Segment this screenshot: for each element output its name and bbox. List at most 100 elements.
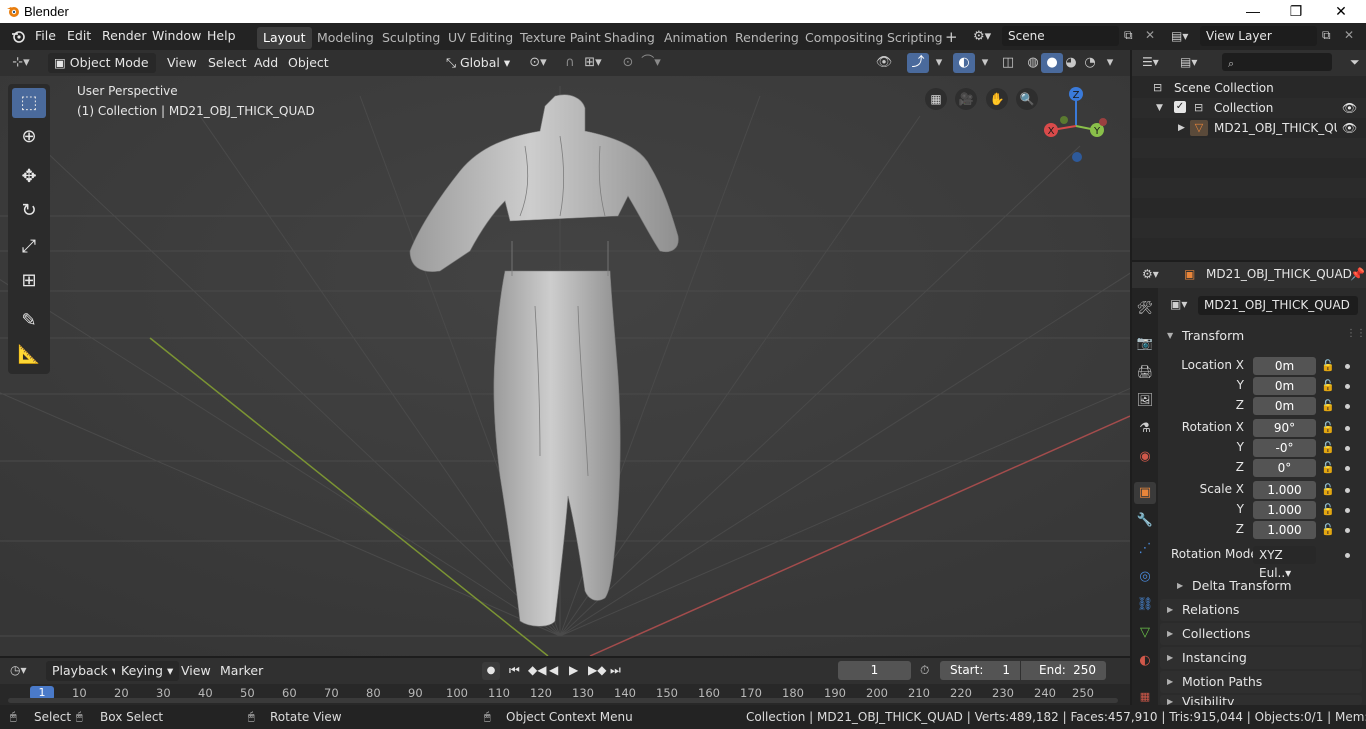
motion-paths-panel-header[interactable]: ▶ Motion Paths — [1160, 671, 1362, 693]
collection-visibility-eye-icon[interactable]: 👁 — [1342, 98, 1357, 118]
timeline-marker-menu[interactable]: Marker — [220, 661, 263, 681]
transform-panel-header[interactable]: ▼ Transform — [1160, 325, 1362, 347]
drag-handle-icon[interactable]: ⋮⋮ — [1346, 328, 1366, 339]
measure-tool-icon[interactable]: 📐 — [12, 340, 46, 370]
mode-dropdown[interactable]: ▣ Object Mode ▾ — [48, 53, 156, 90]
pin-icon[interactable]: 📌 — [1350, 267, 1365, 281]
end-frame-field[interactable]: End: 250 — [1021, 661, 1106, 680]
proportional-falloff-icon[interactable]: ⌒▾ — [640, 53, 662, 73]
pivot-point-icon[interactable]: ⊙▾ — [527, 53, 549, 73]
zoom-view-icon[interactable]: 🔍 — [1016, 88, 1038, 110]
playback-dropdown[interactable]: Playback ▾ — [46, 661, 125, 681]
rotation-mode-dropdown[interactable]: XYZ Eul..▾ — [1253, 546, 1316, 580]
instancing-panel-header[interactable]: ▶ Instancing — [1160, 647, 1362, 669]
overlays-dropdown-icon[interactable]: ▾ — [974, 53, 996, 73]
jump-to-end-icon[interactable]: ⏭ — [610, 663, 621, 678]
outliner-row-scene-collection[interactable]: ⊟ Scene Collection — [1132, 78, 1366, 98]
gizmo-dropdown-icon[interactable]: ▾ — [928, 53, 950, 73]
material-properties-icon[interactable]: ◐ — [1134, 650, 1156, 672]
keyframe-dot-icon[interactable] — [1345, 528, 1350, 533]
keyframe-dot-icon[interactable] — [1345, 426, 1350, 431]
menu-object[interactable]: Object — [288, 53, 329, 73]
keyframe-dot-icon[interactable] — [1345, 404, 1350, 409]
visibility-panel-header[interactable]: ▶ Visibility — [1160, 695, 1362, 705]
play-reverse-icon[interactable]: ◀ — [549, 663, 558, 677]
menu-select[interactable]: Select — [208, 53, 247, 73]
scale-x-field[interactable]: 1.000 — [1253, 481, 1316, 499]
lock-icon[interactable]: 🔓 — [1321, 461, 1335, 474]
lock-icon[interactable]: 🔓 — [1321, 483, 1335, 496]
overlays-toggle-icon[interactable]: ◐ — [953, 53, 975, 73]
output-properties-icon[interactable]: 🖨 — [1134, 362, 1156, 384]
tab-shading[interactable]: Shading — [598, 27, 661, 49]
tab-sculpting[interactable]: Sculpting — [376, 27, 446, 49]
remove-view-layer-icon[interactable]: ✕ — [1344, 28, 1354, 42]
menu-view[interactable]: View — [167, 53, 197, 73]
tab-texture-paint[interactable]: Texture Paint — [514, 27, 607, 49]
menu-add[interactable]: Add — [254, 53, 278, 73]
previous-keyframe-icon[interactable]: ◆◀ — [528, 663, 546, 677]
menu-file[interactable]: File — [35, 28, 56, 43]
location-y-field[interactable]: 0m — [1253, 377, 1316, 395]
keyframe-dot-icon[interactable] — [1345, 446, 1350, 451]
keyframe-dot-icon[interactable] — [1345, 508, 1350, 513]
collections-panel-header[interactable]: ▶ Collections — [1160, 623, 1362, 645]
tab-compositing[interactable]: Compositing — [799, 27, 889, 49]
shading-dropdown-icon[interactable]: ▾ — [1099, 53, 1121, 73]
menu-render[interactable]: Render — [102, 28, 147, 43]
scene-selector-icon[interactable]: ⚙▾ — [973, 29, 991, 44]
play-icon[interactable]: ▶ — [569, 663, 578, 677]
scene-properties-icon[interactable]: ⚗ — [1134, 418, 1156, 440]
outliner-row-object[interactable]: ▶ ▽ MD21_OBJ_THICK_QUAD 👁 — [1132, 118, 1366, 138]
lock-icon[interactable]: 🔓 — [1321, 441, 1335, 454]
location-z-field[interactable]: 0m — [1253, 397, 1316, 415]
delta-transform-subpanel[interactable]: ▶ Delta Transform — [1170, 575, 1360, 597]
transform-orientation-dropdown[interactable]: ⤡ Global ▾ — [440, 53, 518, 73]
next-keyframe-icon[interactable]: ▶◆ — [588, 663, 606, 677]
lock-icon[interactable]: 🔓 — [1321, 523, 1335, 536]
menu-edit[interactable]: Edit — [67, 28, 91, 43]
timeline-editor-type-icon[interactable]: ◷▾ — [10, 663, 27, 677]
selectability-visibility-icon[interactable]: 👁▾ — [873, 53, 895, 90]
object-properties-tab-icon[interactable]: ▣ — [1134, 482, 1156, 504]
minimize-button[interactable]: — — [1230, 0, 1276, 23]
outliner-filter-icon[interactable]: ⏷ — [1350, 55, 1360, 70]
rotation-z-field[interactable]: 0° — [1253, 459, 1316, 477]
object-datablock-icon[interactable]: ▣▾ — [1170, 297, 1187, 311]
gizmo-neg-x-icon[interactable] — [1099, 118, 1107, 126]
move-tool-icon[interactable]: ✥ — [12, 162, 46, 192]
collection-checkbox[interactable]: ✓ — [1174, 101, 1186, 113]
cursor-tool-icon[interactable]: ⊕ — [12, 122, 46, 152]
tab-uv-editing[interactable]: UV Editing — [442, 27, 519, 49]
lock-icon[interactable]: 🔓 — [1321, 503, 1335, 516]
blender-menu-icon[interactable] — [10, 28, 26, 44]
view-layer-icon[interactable]: ▤▾ — [1171, 29, 1188, 43]
new-view-layer-icon[interactable]: ⧉ — [1322, 28, 1331, 43]
jump-to-start-icon[interactable]: ⏮ — [509, 663, 520, 678]
world-properties-icon[interactable]: ◉ — [1134, 446, 1156, 468]
gizmo-neg-y-icon[interactable] — [1060, 116, 1068, 124]
rotation-y-field[interactable]: -0° — [1253, 439, 1316, 457]
render-properties-icon[interactable]: 📷 — [1134, 333, 1156, 355]
navigation-gizmo[interactable]: Z X Y — [1040, 84, 1120, 164]
proportional-edit-icon[interactable]: ⊙ — [617, 53, 639, 73]
preview-range-stopwatch-icon[interactable]: ⏱ — [920, 663, 929, 678]
toggle-grid-view-icon[interactable]: ▦ — [925, 88, 947, 110]
outliner-display-mode-icon[interactable]: ▤▾ — [1180, 55, 1197, 69]
keying-dropdown[interactable]: Keying ▾ — [115, 661, 180, 681]
gizmo-neg-z-icon[interactable] — [1072, 152, 1082, 162]
scale-z-field[interactable]: 1.000 — [1253, 521, 1316, 539]
3d-viewport[interactable] — [0, 76, 1130, 656]
object-expand-icon[interactable]: ▶ — [1178, 118, 1185, 138]
remove-scene-icon[interactable]: ✕ — [1145, 28, 1155, 42]
keyframe-dot-icon[interactable] — [1345, 384, 1350, 389]
data-properties-icon[interactable]: ▽ — [1134, 622, 1156, 644]
rotate-tool-icon[interactable]: ↻ — [12, 196, 46, 226]
annotate-tool-icon[interactable]: ✎ — [12, 306, 46, 336]
location-x-field[interactable]: 0m — [1253, 357, 1316, 375]
outliner-editor-type-icon[interactable]: ☰▾ — [1142, 55, 1159, 69]
scale-tool-icon[interactable]: ⤢ — [12, 232, 46, 262]
keyframe-dot-icon[interactable] — [1345, 466, 1350, 471]
tool-properties-icon[interactable]: 🛠 — [1134, 298, 1156, 320]
outliner-search-input[interactable]: ⌕ — [1222, 53, 1332, 71]
